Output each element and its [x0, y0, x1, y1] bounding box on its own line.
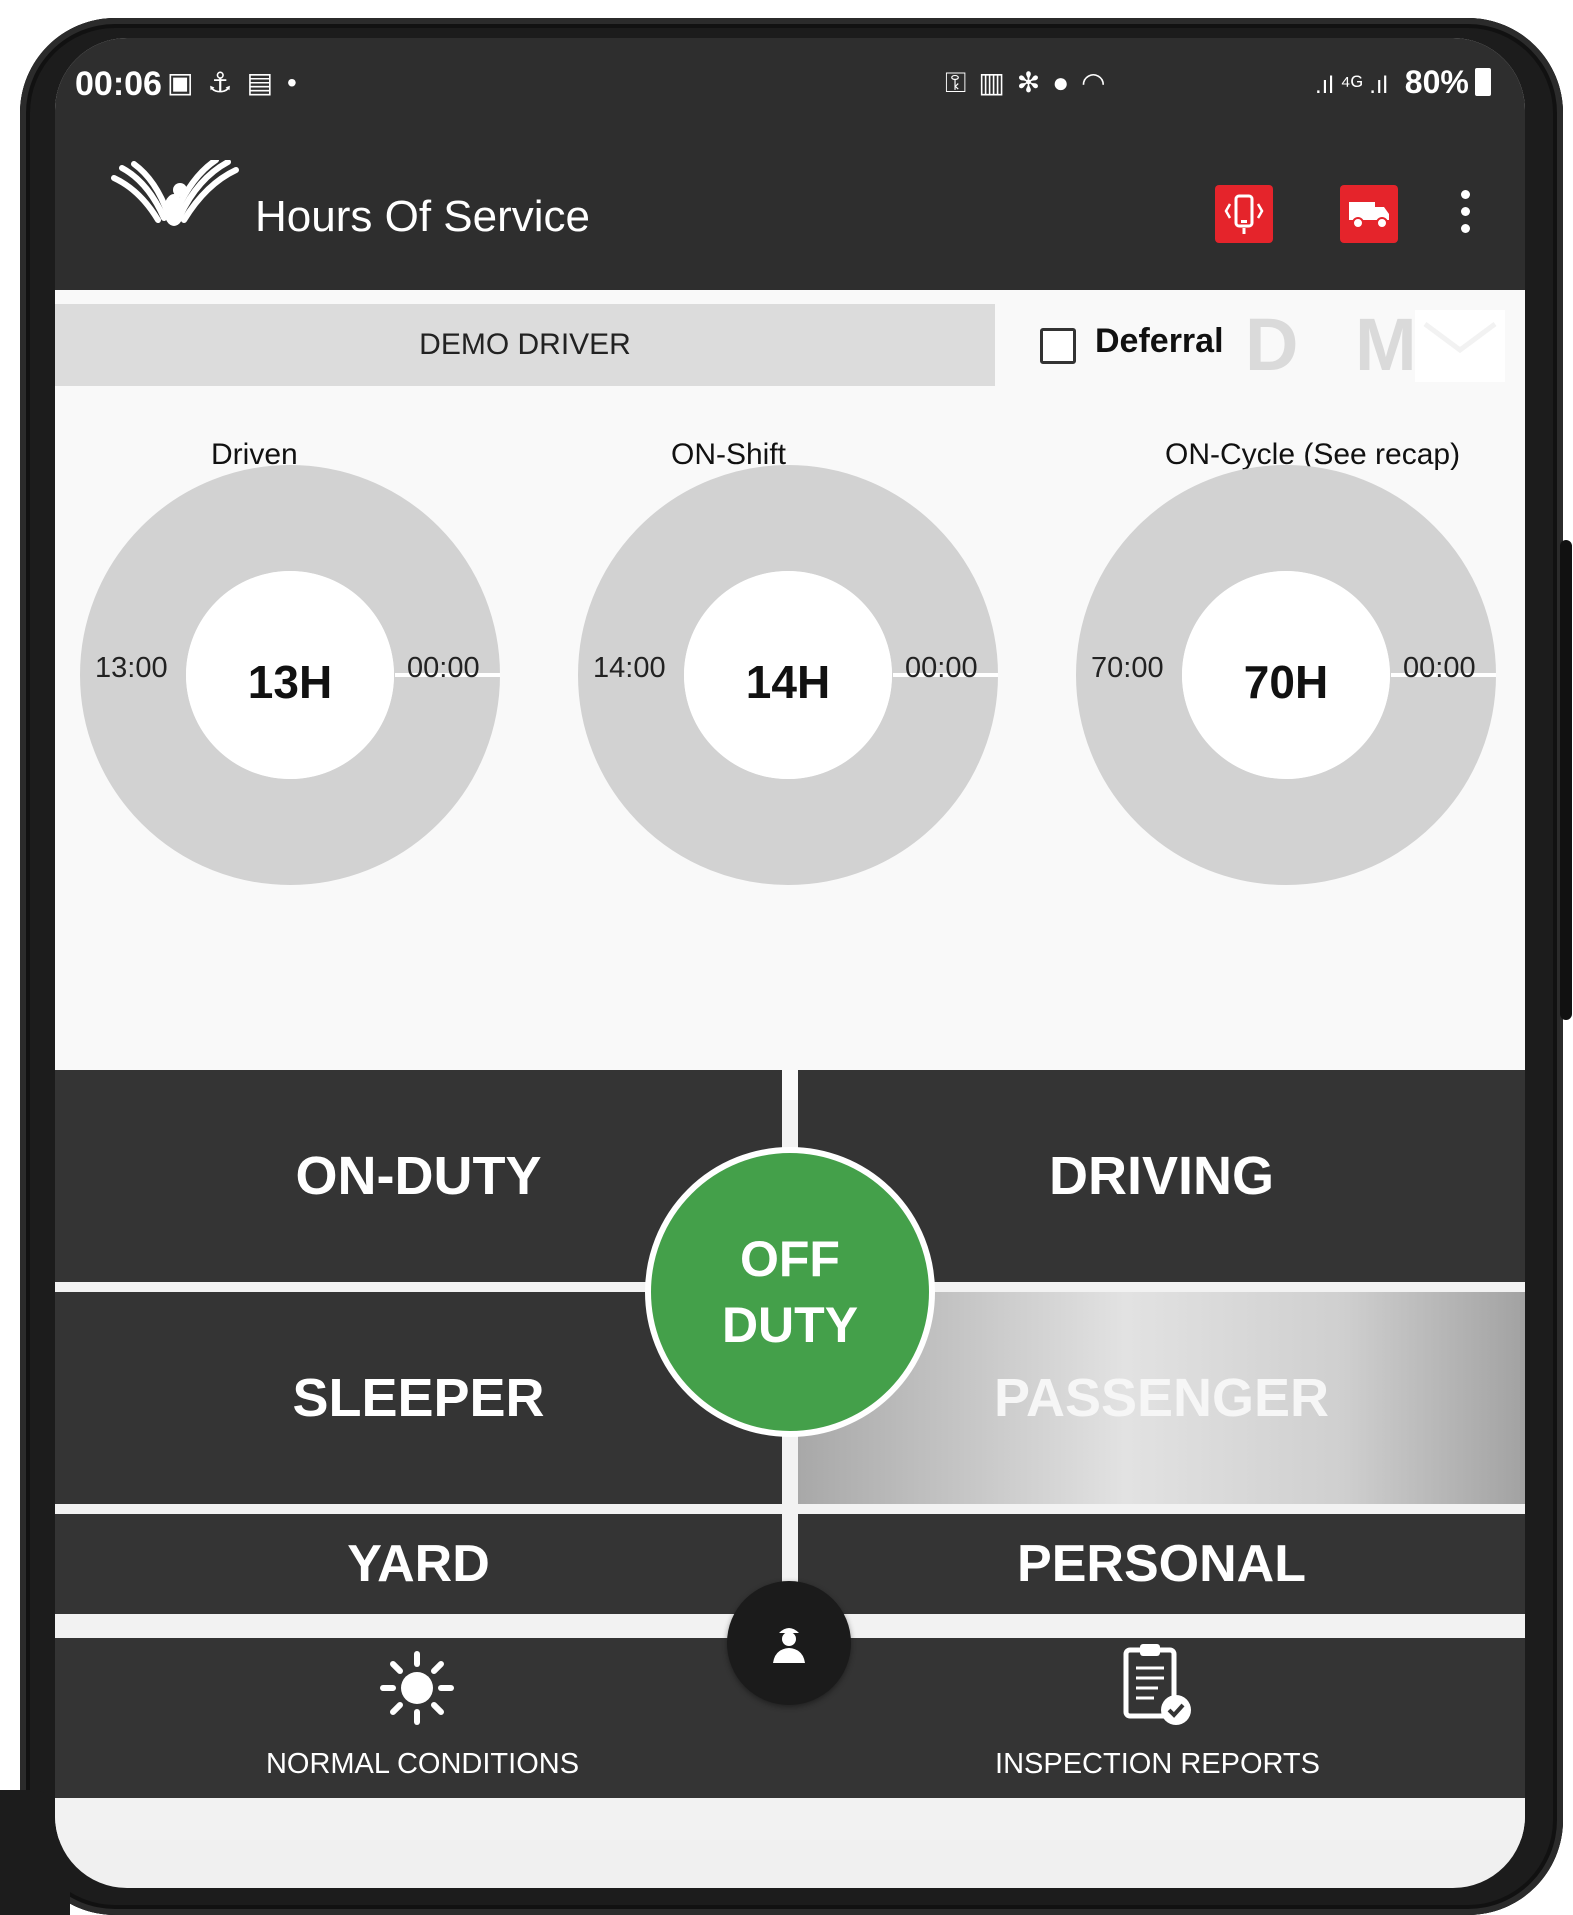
deferral-checkbox[interactable]: [1040, 328, 1076, 364]
normal-conditions-label: NORMAL CONDITIONS: [265, 1748, 580, 1780]
gallery-icon: ▣: [167, 67, 208, 98]
driver-fab[interactable]: [727, 1581, 851, 1705]
inspection-reports-button[interactable]: INSPECTION REPORTS: [790, 1638, 1525, 1798]
dm-indicator: D M: [1245, 303, 1435, 386]
app-title: Hours Of Service: [255, 192, 590, 241]
signal-icon: .ıl ⁴ᴳ .ıl: [1315, 72, 1388, 99]
app-bar: Hours Of Service: [55, 130, 1525, 290]
eagle-logo-icon: [110, 157, 240, 237]
screen: 00:06 ▣⚓▤• ⚿▥✻●◠ .ıl ⁴ᴳ .ıl 80% Hours Of…: [55, 38, 1525, 1888]
eld-connection-button[interactable]: [1215, 185, 1273, 243]
wifi-icon: ◠: [1081, 67, 1118, 98]
clipboard-check-icon: [1123, 1644, 1191, 1725]
driver-icon: [773, 1628, 805, 1663]
driver-name: DEMO DRIVER: [419, 328, 631, 361]
yard-label: YARD: [347, 1535, 490, 1593]
battery-text: 80%: [1404, 64, 1469, 100]
lock-icon: ▥: [978, 67, 1017, 98]
personal-button[interactable]: PERSONAL: [798, 1514, 1525, 1614]
location-icon: ●: [1052, 67, 1082, 98]
gauge-cycle-right: 00:00: [1403, 652, 1476, 684]
hos-summary: DEMO DRIVER Deferral D M Driven 13:00 13…: [55, 290, 1525, 1100]
overflow-menu-icon[interactable]: [1455, 190, 1475, 240]
off-duty-line2: DUTY: [721, 1297, 859, 1353]
key-icon: ⚿: [945, 67, 979, 98]
status-right: .ıl ⁴ᴳ .ıl 80%: [1315, 64, 1491, 101]
personal-label: PERSONAL: [1017, 1535, 1306, 1593]
off-duty-button[interactable]: OFF DUTY: [645, 1147, 935, 1437]
status-bar: 00:06 ▣⚓▤• ⚿▥✻●◠ .ıl ⁴ᴳ .ıl 80%: [55, 38, 1525, 130]
gauge-driven-center: 13H: [247, 656, 333, 708]
status-time: 00:06: [75, 65, 162, 103]
eld-connection-icon: [1224, 194, 1264, 234]
app-icon: ▤: [246, 67, 288, 98]
yard-button[interactable]: YARD: [55, 1514, 782, 1614]
gauge-shift-left: 14:00: [593, 652, 666, 684]
driving-label: DRIVING: [1048, 1146, 1275, 1206]
sleeper-label: SLEEPER: [292, 1368, 545, 1428]
gauge-shift-center: 14H: [745, 656, 831, 708]
battery-icon: [1474, 68, 1491, 96]
truck-icon: [1349, 202, 1389, 229]
gauge-cycle-left: 70:00: [1091, 652, 1164, 684]
inspection-reports-label: INSPECTION REPORTS: [995, 1748, 1320, 1780]
sun-icon: [380, 1651, 454, 1725]
on-duty-label: ON-DUTY: [295, 1146, 542, 1206]
passenger-label: PASSENGER: [993, 1368, 1330, 1428]
gauge-driven-left: 13:00: [95, 652, 168, 684]
device-side-button: [1560, 540, 1572, 1020]
notification-icons: ▣⚓▤•: [167, 66, 311, 99]
usb-icon: ⚓: [207, 67, 247, 98]
mail-icon[interactable]: [1415, 310, 1505, 382]
system-icons: ⚿▥✻●◠: [945, 66, 1118, 100]
bluetooth-icon: ✻: [1016, 67, 1053, 98]
vehicle-button[interactable]: [1340, 185, 1398, 243]
dot-icon: •: [287, 67, 311, 98]
deferral-label: Deferral: [1095, 322, 1224, 360]
driver-name-bar[interactable]: DEMO DRIVER: [55, 304, 995, 386]
off-duty-line1: OFF: [740, 1231, 840, 1287]
gauge-shift-right: 00:00: [905, 652, 978, 684]
normal-conditions-button[interactable]: NORMAL CONDITIONS: [55, 1638, 790, 1798]
gauge-cycle-center: 70H: [1243, 656, 1329, 708]
gauge-driven-right: 00:00: [407, 652, 480, 684]
